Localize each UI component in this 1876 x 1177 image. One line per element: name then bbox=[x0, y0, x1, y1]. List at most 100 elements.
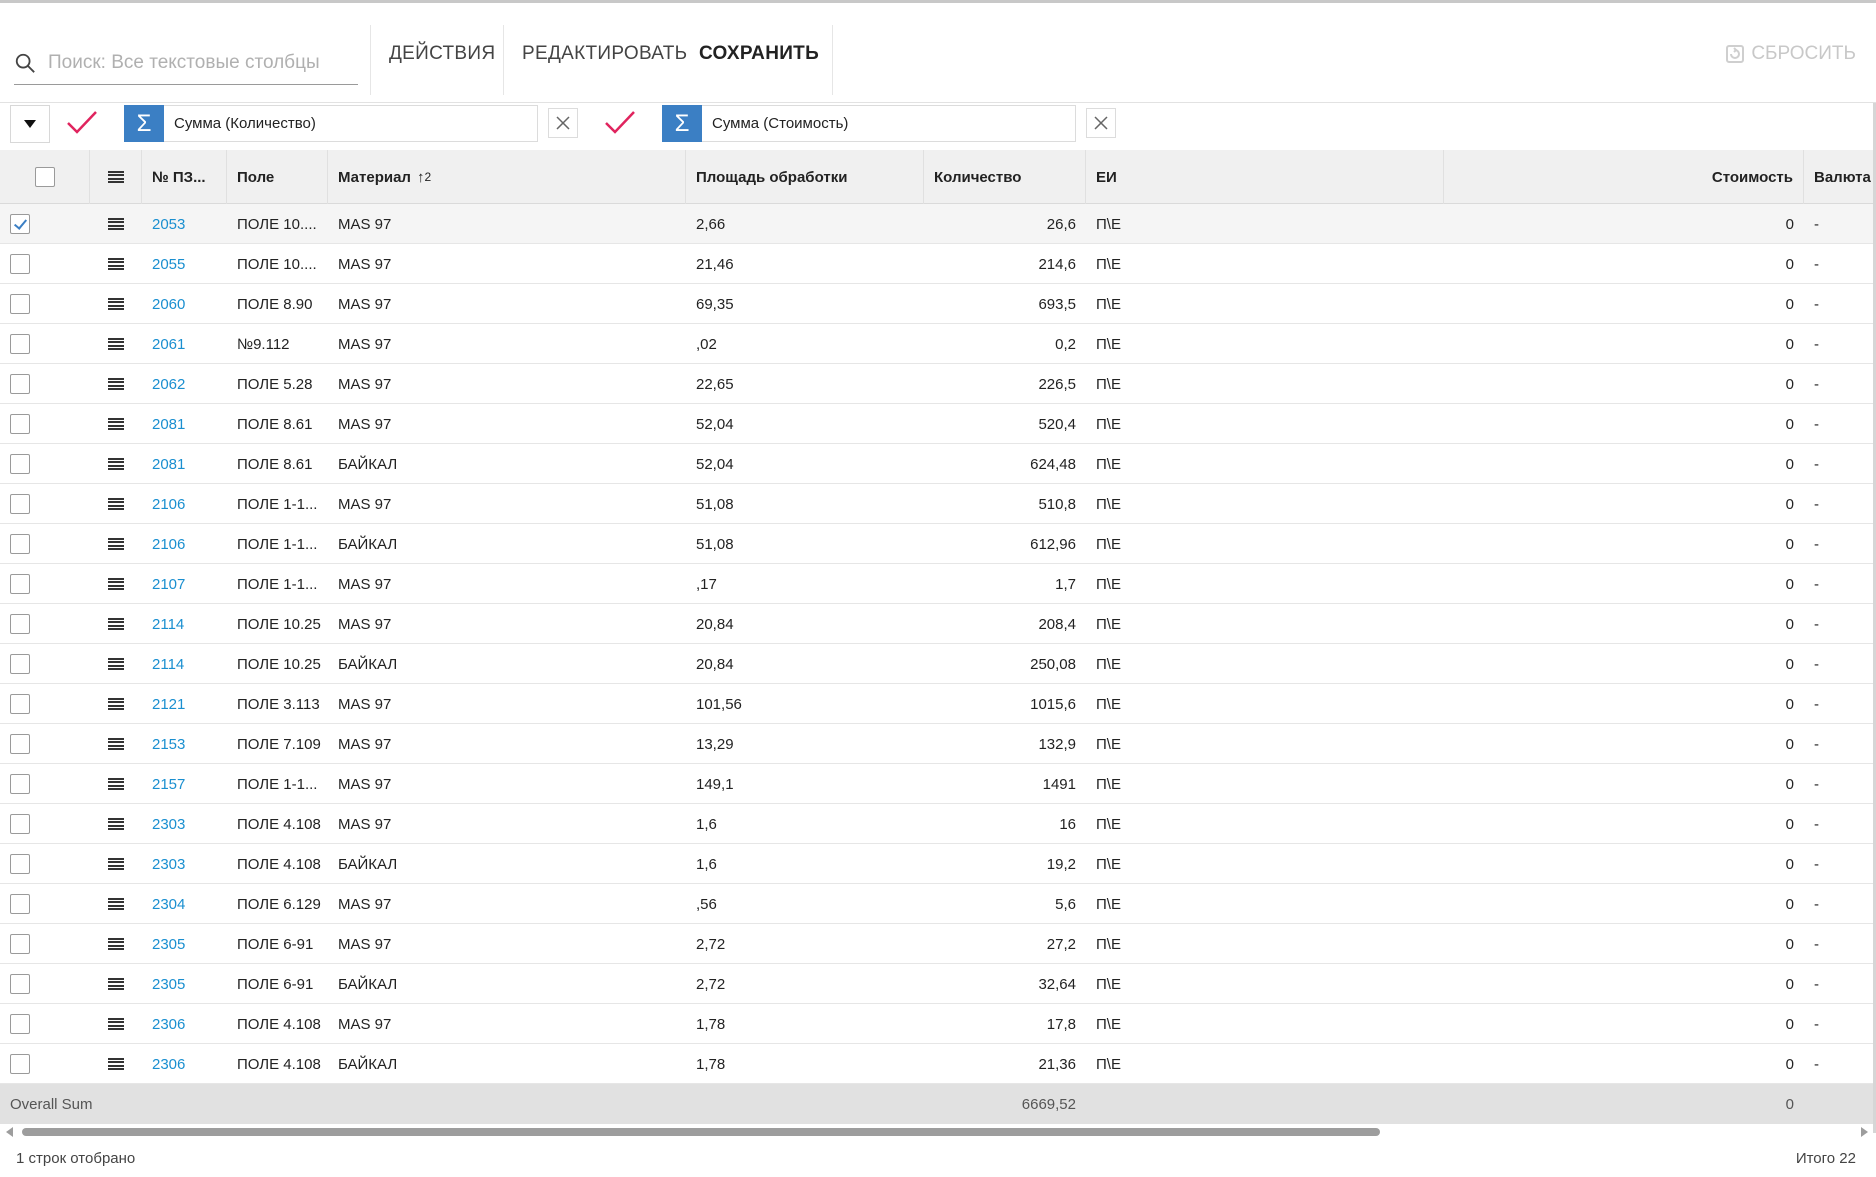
table-row[interactable]: 2304 ПОЛЕ 6.129 MAS 97 ,56 5,6 П\Е 0 - bbox=[0, 884, 1876, 924]
row-menu-button[interactable] bbox=[90, 604, 142, 644]
doc-no-link[interactable]: 2114 bbox=[142, 604, 227, 644]
row-checkbox[interactable] bbox=[10, 214, 30, 234]
row-menu-button[interactable] bbox=[90, 564, 142, 604]
row-menu-button[interactable] bbox=[90, 884, 142, 924]
horizontal-scrollbar[interactable] bbox=[0, 1124, 1876, 1140]
table-row[interactable]: 2303 ПОЛЕ 4.108 MAS 97 1,6 16 П\Е 0 - bbox=[0, 804, 1876, 844]
row-menu-button[interactable] bbox=[90, 444, 142, 484]
table-row[interactable]: 2081 ПОЛЕ 8.61 MAS 97 52,04 520,4 П\Е 0 - bbox=[0, 404, 1876, 444]
row-menu-button[interactable] bbox=[90, 284, 142, 324]
row-menu-button[interactable] bbox=[90, 404, 142, 444]
row-checkbox[interactable] bbox=[10, 854, 30, 874]
sigma-icon[interactable]: Σ bbox=[124, 105, 164, 142]
row-menu-button[interactable] bbox=[90, 244, 142, 284]
row-checkbox[interactable] bbox=[10, 254, 30, 274]
row-checkbox[interactable] bbox=[10, 1014, 30, 1034]
doc-no-link[interactable]: 2304 bbox=[142, 884, 227, 924]
search-box[interactable] bbox=[14, 41, 358, 85]
row-checkbox[interactable] bbox=[10, 774, 30, 794]
row-checkbox[interactable] bbox=[10, 334, 30, 354]
doc-no-link[interactable]: 2305 bbox=[142, 924, 227, 964]
doc-no-link[interactable]: 2106 bbox=[142, 524, 227, 564]
table-row[interactable]: 2305 ПОЛЕ 6-91 MAS 97 2,72 27,2 П\Е 0 - bbox=[0, 924, 1876, 964]
table-row[interactable]: 2106 ПОЛЕ 1-1... MAS 97 51,08 510,8 П\Е 0 - bbox=[0, 484, 1876, 524]
doc-no-link[interactable]: 2305 bbox=[142, 964, 227, 1004]
col-header-doc-no[interactable]: № ПЗ... bbox=[142, 150, 227, 204]
row-menu-button[interactable] bbox=[90, 1004, 142, 1044]
row-menu-button[interactable] bbox=[90, 484, 142, 524]
doc-no-link[interactable]: 2157 bbox=[142, 764, 227, 804]
table-row[interactable]: 2060 ПОЛЕ 8.90 MAS 97 69,35 693,5 П\Е 0 - bbox=[0, 284, 1876, 324]
doc-no-link[interactable]: 2061 bbox=[142, 324, 227, 364]
row-menu-button[interactable] bbox=[90, 204, 142, 244]
search-input[interactable] bbox=[48, 51, 348, 74]
table-row[interactable]: 2303 ПОЛЕ 4.108 БАЙКАЛ 1,6 19,2 П\Е 0 - bbox=[0, 844, 1876, 884]
doc-no-link[interactable]: 2062 bbox=[142, 364, 227, 404]
aggregate-field-cost[interactable]: Сумма (Стоимость) bbox=[702, 105, 1076, 142]
actions-button[interactable]: ДЕЙСТВИЯ bbox=[389, 43, 495, 65]
table-row[interactable]: 2157 ПОЛЕ 1-1... MAS 97 149,1 1491 П\Е 0 - bbox=[0, 764, 1876, 804]
row-checkbox[interactable] bbox=[10, 934, 30, 954]
table-row[interactable]: 2114 ПОЛЕ 10.25 БАЙКАЛ 20,84 250,08 П\Е 0 - bbox=[0, 644, 1876, 684]
row-menu-button[interactable] bbox=[90, 324, 142, 364]
row-menu-button[interactable] bbox=[90, 684, 142, 724]
table-row[interactable]: 2107 ПОЛЕ 1-1... MAS 97 ,17 1,7 П\Е 0 - bbox=[0, 564, 1876, 604]
col-header-currency[interactable]: Валюта bbox=[1804, 150, 1876, 204]
scroll-right-icon[interactable] bbox=[1861, 1127, 1868, 1137]
aggregate-field-qty[interactable]: Сумма (Количество) bbox=[164, 105, 538, 142]
table-row[interactable]: 2306 ПОЛЕ 4.108 БАЙКАЛ 1,78 21,36 П\Е 0 - bbox=[0, 1044, 1876, 1084]
row-checkbox[interactable] bbox=[10, 1054, 30, 1074]
apply-check-icon[interactable] bbox=[64, 108, 100, 138]
table-row[interactable]: 2053 ПОЛЕ 10.... MAS 97 2,66 26,6 П\Е 0 - bbox=[0, 204, 1876, 244]
row-checkbox[interactable] bbox=[10, 574, 30, 594]
row-checkbox[interactable] bbox=[10, 734, 30, 754]
doc-no-link[interactable]: 2081 bbox=[142, 404, 227, 444]
aggregate-dropdown[interactable] bbox=[10, 105, 50, 143]
doc-no-link[interactable]: 2306 bbox=[142, 1004, 227, 1044]
col-header-area[interactable]: Площадь обработки bbox=[686, 150, 924, 204]
apply-check-icon[interactable] bbox=[602, 108, 638, 138]
doc-no-link[interactable]: 2107 bbox=[142, 564, 227, 604]
sigma-icon[interactable]: Σ bbox=[662, 105, 702, 142]
table-row[interactable]: 2121 ПОЛЕ 3.113 MAS 97 101,56 1015,6 П\Е 0 - bbox=[0, 684, 1876, 724]
table-row[interactable]: 2306 ПОЛЕ 4.108 MAS 97 1,78 17,8 П\Е 0 - bbox=[0, 1004, 1876, 1044]
doc-no-link[interactable]: 2303 bbox=[142, 804, 227, 844]
doc-no-link[interactable]: 2055 bbox=[142, 244, 227, 284]
doc-no-link[interactable]: 2081 bbox=[142, 444, 227, 484]
edit-button[interactable]: РЕДАКТИРОВАТЬ bbox=[522, 43, 687, 65]
doc-no-link[interactable]: 2060 bbox=[142, 284, 227, 324]
table-row[interactable]: 2081 ПОЛЕ 8.61 БАЙКАЛ 52,04 624,48 П\Е 0 - bbox=[0, 444, 1876, 484]
row-menu-button[interactable] bbox=[90, 724, 142, 764]
row-menu-button[interactable] bbox=[90, 764, 142, 804]
col-header-material[interactable]: Материал ↑ 2 bbox=[328, 150, 686, 204]
doc-no-link[interactable]: 2306 bbox=[142, 1044, 227, 1084]
table-row[interactable]: 2055 ПОЛЕ 10.... MAS 97 21,46 214,6 П\Е 0 - bbox=[0, 244, 1876, 284]
table-row[interactable]: 2106 ПОЛЕ 1-1... БАЙКАЛ 51,08 612,96 П\Е 0 - bbox=[0, 524, 1876, 564]
row-checkbox[interactable] bbox=[10, 614, 30, 634]
row-checkbox[interactable] bbox=[10, 654, 30, 674]
row-checkbox[interactable] bbox=[10, 894, 30, 914]
row-checkbox[interactable] bbox=[10, 454, 30, 474]
col-header-unit[interactable]: ЕИ bbox=[1086, 150, 1444, 204]
row-checkbox[interactable] bbox=[10, 494, 30, 514]
row-checkbox[interactable] bbox=[10, 294, 30, 314]
col-header-field[interactable]: Поле bbox=[227, 150, 328, 204]
row-checkbox[interactable] bbox=[10, 534, 30, 554]
table-row[interactable]: 2305 ПОЛЕ 6-91 БАЙКАЛ 2,72 32,64 П\Е 0 - bbox=[0, 964, 1876, 1004]
row-checkbox[interactable] bbox=[10, 374, 30, 394]
doc-no-link[interactable]: 2121 bbox=[142, 684, 227, 724]
table-row[interactable]: 2153 ПОЛЕ 7.109 MAS 97 13,29 132,9 П\Е 0 - bbox=[0, 724, 1876, 764]
scroll-left-icon[interactable] bbox=[6, 1127, 13, 1137]
row-menu-button[interactable] bbox=[90, 1044, 142, 1084]
doc-no-link[interactable]: 2053 bbox=[142, 204, 227, 244]
row-menu-header[interactable] bbox=[90, 150, 142, 204]
doc-no-link[interactable]: 2114 bbox=[142, 644, 227, 684]
row-menu-button[interactable] bbox=[90, 964, 142, 1004]
clear-aggregate-button[interactable] bbox=[548, 108, 578, 138]
clear-aggregate-button[interactable] bbox=[1086, 108, 1116, 138]
scrollbar-thumb[interactable] bbox=[22, 1128, 1380, 1136]
col-header-qty[interactable]: Количество bbox=[924, 150, 1086, 204]
doc-no-link[interactable]: 2106 bbox=[142, 484, 227, 524]
row-checkbox[interactable] bbox=[10, 414, 30, 434]
row-checkbox[interactable] bbox=[10, 814, 30, 834]
